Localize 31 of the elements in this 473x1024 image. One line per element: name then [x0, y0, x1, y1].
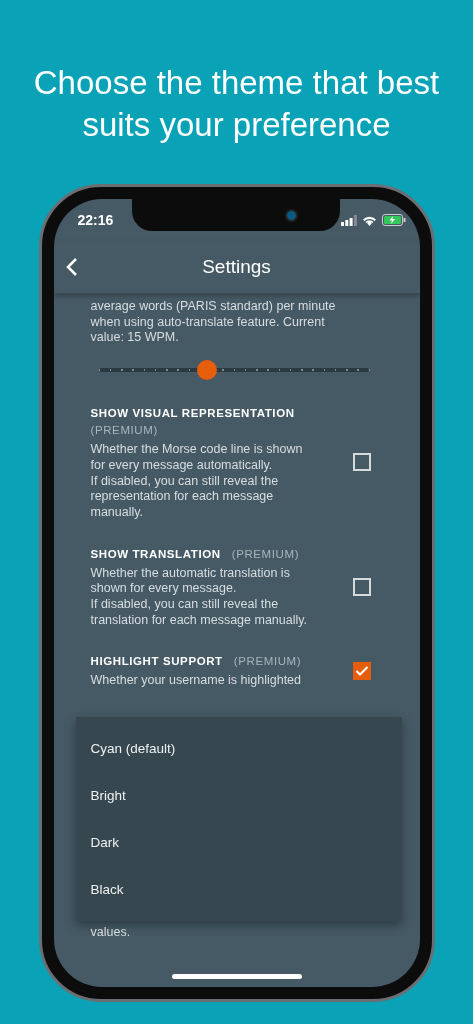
menu-item[interactable]: Cyan (default): [75, 725, 402, 773]
setting-description: Whether the Morse code line is shown: [90, 442, 304, 458]
premium-tag: (PREMIUM): [231, 547, 300, 560]
setting-description: shown for every message.: [90, 581, 238, 598]
setting-description: If disabled, you can still reveal the: [90, 597, 280, 613]
menu-item[interactable]: Bright: [75, 772, 402, 820]
setting-description: If disabled, you can still reveal the: [90, 473, 280, 490]
setting-description: manually.: [90, 504, 145, 521]
headline: Choose the theme that best suits your preference: [32, 63, 441, 145]
setting-description: for every message automatically.: [90, 457, 274, 474]
battery-icon: [381, 214, 406, 226]
setting-description: when using auto-translate feature. Current: [90, 314, 326, 331]
premium-tag: (PREMIUM): [90, 424, 158, 437]
setting-description: value: 15 WPM.: [90, 330, 180, 347]
setting-title: HIGHLIGHT SUPPORT: [90, 655, 223, 668]
menu-item[interactable]: Dark: [75, 819, 402, 867]
setting-description: average words (PARIS standard) per minute: [90, 299, 337, 315]
setting-description: translation for each message manually.: [90, 612, 309, 629]
screen-title: Settings: [202, 256, 271, 278]
setting-title: SHOW TRANSLATION: [90, 547, 221, 560]
setting-description: Whether the automatic translation is: [90, 565, 291, 582]
wifi-icon: [361, 214, 377, 226]
setting-title: SHOW VISUAL REPRESENTATION: [90, 407, 295, 420]
premium-tag: (PREMIUM): [233, 655, 302, 668]
setting-description: representation for each message: [90, 489, 275, 505]
signal-icon: [340, 214, 357, 226]
checkbox[interactable]: [352, 661, 371, 680]
setting-description: values.: [90, 925, 132, 941]
menu-item[interactable]: Black: [75, 866, 402, 914]
status-time: 22:16: [77, 212, 114, 228]
setting-description: Whether your username is highlighted: [90, 673, 303, 690]
